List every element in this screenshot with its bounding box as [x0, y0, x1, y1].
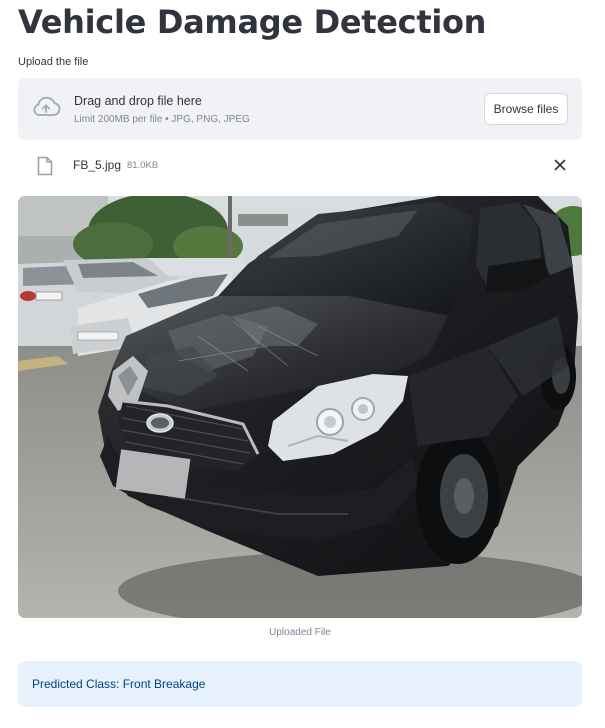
- upload-label: Upload the file: [18, 56, 89, 68]
- prediction-text: Predicted Class: Front Breakage: [32, 677, 206, 691]
- prediction-alert: Predicted Class: Front Breakage: [18, 661, 582, 707]
- image-caption: Uploaded File: [269, 627, 331, 638]
- uploaded-image: [18, 196, 582, 618]
- dropzone-text: Drag and drop file here: [74, 94, 202, 108]
- file-icon: [37, 156, 53, 176]
- cloud-upload-icon: [33, 96, 61, 116]
- file-dropzone[interactable]: Drag and drop file here Limit 200MB per …: [18, 78, 582, 140]
- browse-files-button[interactable]: Browse files: [484, 93, 568, 125]
- close-icon[interactable]: [552, 157, 568, 173]
- car-photo: [18, 196, 582, 618]
- dropzone-instructions: Drag and drop file here Limit 200MB per …: [74, 93, 250, 126]
- page-title: Vehicle Damage Detection: [18, 3, 487, 41]
- file-name: FB_5.jpg: [73, 158, 122, 172]
- file-size: 81.0KB: [127, 160, 159, 171]
- uploaded-file-row: FB_5.jpg 81.0KB: [18, 140, 582, 192]
- upload-limits-text: Limit 200MB per file • JPG, PNG, JPEG: [74, 114, 250, 125]
- main-content: Vehicle Damage Detection Upload the file…: [18, 0, 582, 707]
